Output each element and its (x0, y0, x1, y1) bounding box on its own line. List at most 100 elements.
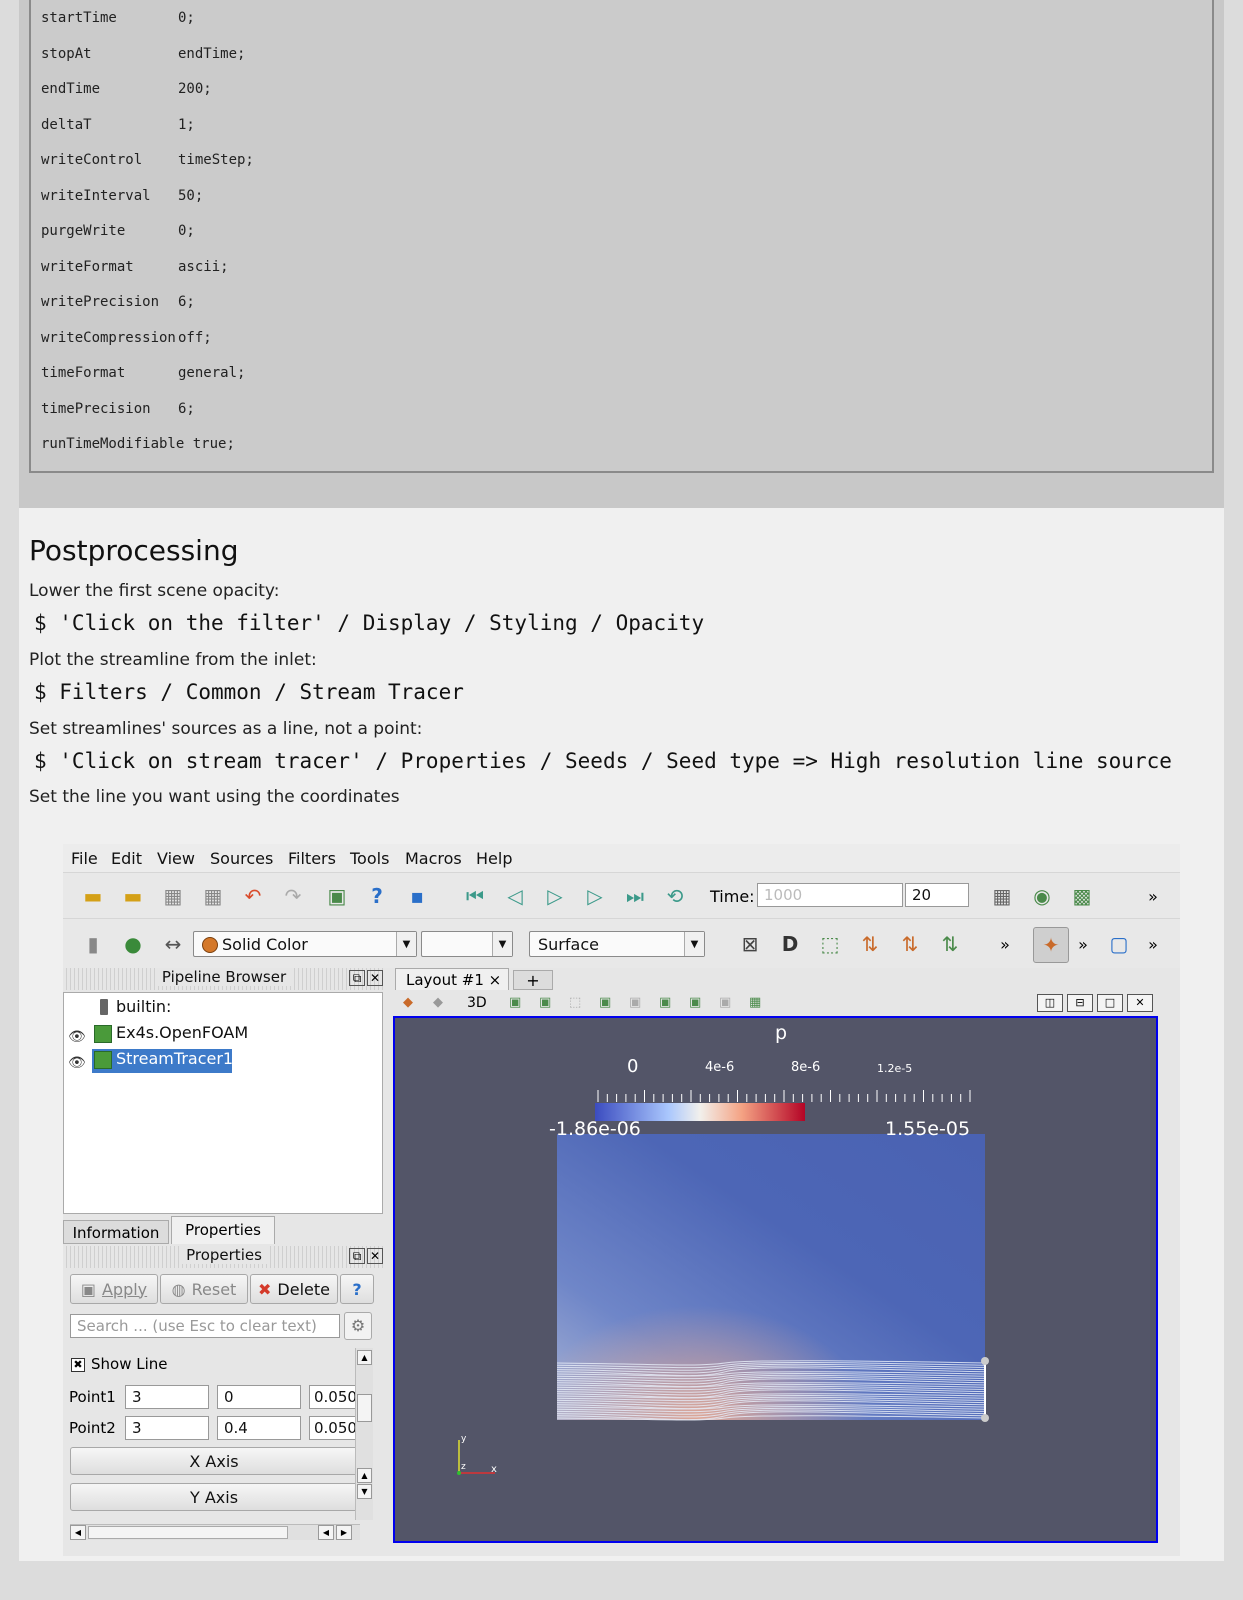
scroll-up-icon[interactable]: ▲ (357, 1468, 372, 1483)
y-axis-button[interactable]: Y Axis (70, 1483, 358, 1511)
grow-selection-icon[interactable]: ▣ (659, 995, 671, 1010)
representation-combo[interactable]: Surface ▼ (529, 931, 705, 957)
shrink-selection-icon[interactable]: ▣ (689, 995, 701, 1010)
play-icon[interactable]: ▷ (541, 882, 569, 910)
maximize-icon[interactable]: □ (1097, 994, 1123, 1012)
color-map-icon[interactable]: ● (119, 930, 147, 958)
menu-help[interactable]: Help (476, 849, 512, 868)
apply-button[interactable]: ▣ Apply (70, 1274, 158, 1304)
contour-icon[interactable]: ◉ (1028, 882, 1056, 910)
scroll-thumb[interactable] (88, 1526, 288, 1539)
point1-y-field[interactable]: 0 (217, 1385, 301, 1409)
properties-help-button[interactable]: ? (340, 1274, 374, 1304)
split-vertical-icon[interactable]: ⊟ (1067, 994, 1093, 1012)
toolbar-more-icon[interactable]: » (1069, 930, 1097, 958)
spreadsheet-icon[interactable]: ▦ (749, 995, 761, 1010)
open-folder-icon[interactable]: ▬ (79, 882, 107, 910)
scroll-left-icon[interactable]: ◀ (318, 1525, 334, 1540)
color-by-combo[interactable]: Solid Color ▼ (193, 931, 417, 957)
interactive-select-icon[interactable]: ▣ (629, 995, 641, 1010)
scroll-thumb[interactable] (357, 1394, 372, 1422)
open-recent-icon[interactable]: ▬ (119, 882, 147, 910)
point2-z-field[interactable]: 0.050 (309, 1416, 357, 1440)
pick-center-icon[interactable]: ▪ (403, 882, 431, 910)
clip-icon[interactable]: ▩ (1068, 882, 1096, 910)
float-panel-icon[interactable]: ⧉ (349, 970, 365, 986)
menu-sources[interactable]: Sources (210, 849, 273, 868)
previous-frame-icon[interactable]: ◁ (501, 882, 529, 910)
rescale-icon[interactable]: ↔ (159, 930, 187, 958)
menu-filters[interactable]: Filters (288, 849, 336, 868)
capture-icon[interactable]: ◆ (403, 995, 413, 1010)
calculator-icon[interactable]: ▦ (988, 882, 1016, 910)
tab-properties[interactable]: Properties (171, 1216, 275, 1244)
eye-icon[interactable]: 👁 (68, 1055, 86, 1071)
selection-icon[interactable]: ▢ (1105, 930, 1133, 958)
close-panel-icon[interactable]: ✕ (367, 1248, 383, 1264)
zoom-box-icon[interactable]: ⬚ (816, 930, 844, 958)
gear-icon[interactable]: ⚙ (344, 1312, 372, 1340)
reset-camera-icon[interactable]: ⊠ (736, 930, 764, 958)
point2-x-field[interactable]: 3 (125, 1416, 209, 1440)
close-view-icon[interactable]: ✕ (1127, 994, 1153, 1012)
eye-icon[interactable]: 👁 (68, 1029, 86, 1045)
time-step-spinbox[interactable]: 20 (905, 883, 969, 907)
next-frame-icon[interactable]: ▷ (581, 882, 609, 910)
scroll-right-icon[interactable]: ▶ (336, 1525, 352, 1540)
scroll-down-icon[interactable]: ▼ (357, 1484, 372, 1499)
select-frustum-icon[interactable]: ⬚ (569, 995, 581, 1010)
selection-tool-icon[interactable]: ◆ (433, 995, 443, 1010)
set-view-x-minus-icon[interactable]: ⇅ (896, 930, 924, 958)
interaction-mode-icon[interactable]: ✦ (1033, 927, 1069, 963)
menu-view[interactable]: View (157, 849, 195, 868)
delete-button[interactable]: ✖ Delete (250, 1274, 338, 1304)
scroll-left-icon[interactable]: ◀ (70, 1525, 86, 1540)
point1-x-field[interactable]: 3 (125, 1385, 209, 1409)
tab-layout-1[interactable]: Layout #1 × (395, 968, 509, 990)
toolbar-more-icon[interactable]: » (1139, 882, 1167, 910)
view-3d-toggle[interactable]: 3D (467, 995, 487, 1011)
menu-file[interactable]: File (71, 849, 98, 868)
seed-point-handle[interactable] (981, 1357, 989, 1365)
component-combo[interactable]: ▼ (421, 931, 513, 957)
scalar-bar-icon[interactable]: ▮ (79, 930, 107, 958)
first-frame-icon[interactable]: ⏮ (461, 882, 489, 910)
close-panel-icon[interactable]: ✕ (367, 970, 383, 986)
show-line-checkbox[interactable]: ✖ (71, 1358, 85, 1372)
menu-tools[interactable]: Tools (350, 849, 389, 868)
help-icon[interactable]: ? (363, 882, 391, 910)
last-frame-icon[interactable]: ⏭ (621, 882, 649, 910)
select-block-icon[interactable]: ▣ (599, 995, 611, 1010)
render-view[interactable]: p 0 4e-6 8e-6 1.2e-5 -1.86e-06 1.55e-05 … (393, 1016, 1158, 1543)
horizontal-scrollbar[interactable]: ◀ ◀ ▶ (70, 1524, 360, 1540)
tab-information[interactable]: Information (63, 1220, 169, 1244)
x-axis-button[interactable]: X Axis (70, 1447, 358, 1475)
undo-icon[interactable]: ↶ (239, 882, 267, 910)
point1-z-field[interactable]: 0.050 (309, 1385, 357, 1409)
toolbar-more-icon[interactable]: » (991, 930, 1019, 958)
close-icon[interactable]: × (489, 971, 502, 989)
pipeline-item-openfoam[interactable]: Ex4s.OpenFOAM (116, 1023, 248, 1042)
clear-selection-icon[interactable]: ▣ (719, 995, 731, 1010)
scroll-up-icon[interactable]: ▲ (357, 1350, 372, 1365)
properties-search-input[interactable]: Search ... (use Esc to clear text) (70, 1314, 340, 1338)
float-panel-icon[interactable]: ⧉ (349, 1248, 365, 1264)
pipeline-item-builtin[interactable]: builtin: (116, 997, 171, 1016)
seed-point-handle[interactable] (981, 1414, 989, 1422)
menu-edit[interactable]: Edit (111, 849, 142, 868)
set-view-y-plus-icon[interactable]: ⇅ (936, 930, 964, 958)
select-points-icon[interactable]: ▣ (539, 995, 551, 1010)
redo-icon[interactable]: ↷ (279, 882, 307, 910)
set-view-x-plus-icon[interactable]: ⇅ (856, 930, 884, 958)
select-cells-icon[interactable]: ▣ (509, 995, 521, 1010)
toolbar-more-icon[interactable]: » (1139, 930, 1167, 958)
connect-icon[interactable]: ▦ (159, 882, 187, 910)
add-layout-tab-button[interactable]: + (513, 970, 553, 990)
time-field[interactable]: 1000 (757, 883, 903, 907)
menu-macros[interactable]: Macros (405, 849, 462, 868)
vertical-scrollbar[interactable]: ▲ ▲ ▼ (355, 1348, 373, 1520)
loop-icon[interactable]: ⟲ (661, 882, 689, 910)
point2-y-field[interactable]: 0.4 (217, 1416, 301, 1440)
pipeline-item-streamtracer[interactable]: StreamTracer1 (116, 1049, 233, 1068)
camera-icon[interactable]: ▣ (323, 882, 351, 910)
